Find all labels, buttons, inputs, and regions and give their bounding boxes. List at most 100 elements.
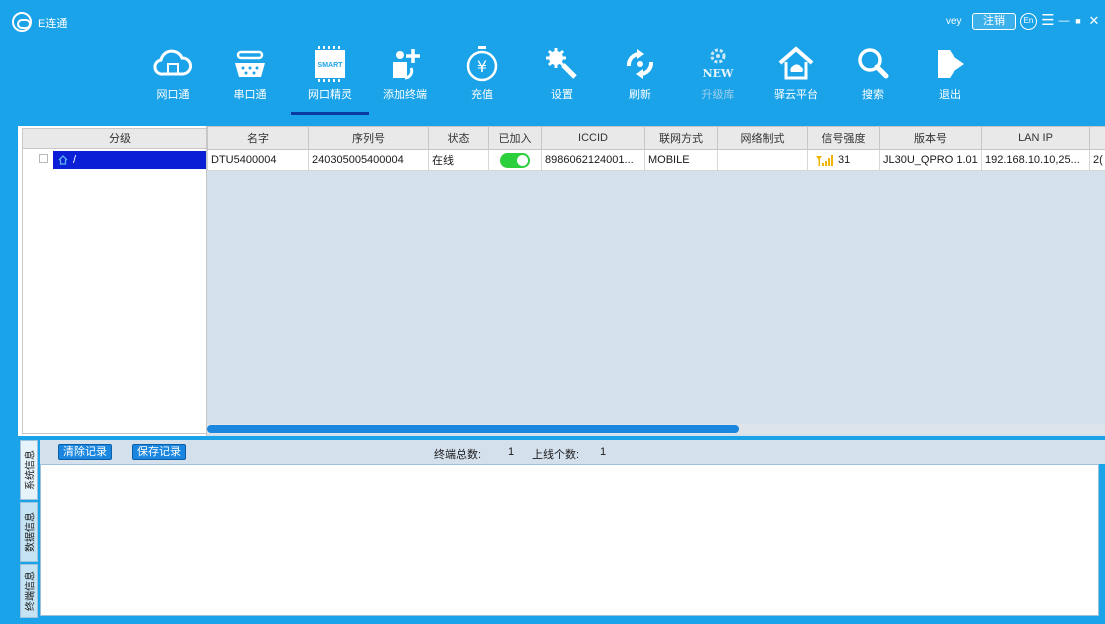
- save-log-button[interactable]: 保存记录: [132, 444, 186, 460]
- online-count-value: 1: [600, 446, 607, 458]
- toolbar-item-net-port[interactable]: 网口通: [139, 46, 207, 116]
- app-window: E连通 vey 注销 En ☰ — ■ ✕ 网口通 串口通 SMART 网口精灵…: [0, 0, 1105, 624]
- active-tab-indicator: [291, 112, 369, 115]
- column-header-joined[interactable]: 已加入: [488, 126, 542, 150]
- toolbar-item-search[interactable]: 搜索: [839, 46, 907, 116]
- smart-chip-icon: SMART: [315, 46, 345, 82]
- menu-icon[interactable]: ☰: [1040, 11, 1056, 31]
- toolbar-item-cloud-platform[interactable]: 驿云平台: [762, 46, 830, 116]
- maximize-button[interactable]: ■: [1070, 11, 1086, 31]
- toolbar-item-label: 驿云平台: [774, 89, 818, 101]
- tree-header: 分级: [23, 129, 217, 149]
- tree-node-label: /: [73, 154, 77, 166]
- tree-node-root-selected[interactable]: /: [53, 151, 215, 169]
- column-header-network[interactable]: 联网方式: [644, 126, 718, 150]
- user-name: vey: [946, 16, 962, 27]
- toolbar-item-label: 添加终端: [383, 89, 427, 101]
- toolbar-item-label: 网口精灵: [308, 89, 352, 101]
- cell-extra: 2(: [1089, 149, 1105, 171]
- clear-log-button[interactable]: 清除记录: [58, 444, 112, 460]
- new-upgrade-icon: NEW: [703, 48, 734, 80]
- group-tree: 分级 /: [22, 128, 218, 434]
- terminal-total-value: 1: [508, 446, 515, 458]
- terminal-table: 名字 序列号 状态 已加入 ICCID 联网方式 网络制式 信号强度 版本号 L…: [207, 126, 1105, 171]
- app-logo-icon: [12, 12, 32, 32]
- cell-signal: 31: [807, 149, 880, 171]
- new-badge: NEW: [703, 67, 734, 80]
- column-header-status[interactable]: 状态: [428, 126, 489, 150]
- close-button[interactable]: ✕: [1086, 11, 1102, 31]
- tab-system-info[interactable]: 系统信息: [20, 440, 38, 500]
- terminal-grid: 名字 序列号 状态 已加入 ICCID 联网方式 网络制式 信号强度 版本号 L…: [206, 126, 1105, 436]
- add-device-icon: [393, 49, 420, 80]
- cell-network: MOBILE: [644, 149, 718, 171]
- column-header-version[interactable]: 版本号: [879, 126, 982, 150]
- tab-data-info[interactable]: 数据信息: [20, 502, 38, 562]
- signal-value: 31: [838, 154, 851, 166]
- cell-iccid: 8986062124001...: [541, 149, 645, 171]
- logout-button[interactable]: 注销: [972, 13, 1016, 30]
- table-row[interactable]: DTU5400004 240305005400004 在线 8986062124…: [207, 149, 1105, 171]
- column-header-signal[interactable]: 信号强度: [807, 126, 880, 150]
- tab-label: 终端信息: [25, 571, 37, 611]
- scrollbar-thumb[interactable]: [207, 425, 739, 433]
- toolbar-item-label: 网口通: [156, 89, 190, 101]
- online-count-label: 上线个数:: [532, 449, 580, 461]
- toolbar-item-label: 设置: [551, 89, 573, 101]
- tree-root-node[interactable]: /: [39, 151, 217, 169]
- toolbar-item-recharge[interactable]: ¥ 充值: [448, 46, 516, 116]
- toolbar-item-exit[interactable]: 退出: [916, 46, 984, 116]
- column-header-iccid[interactable]: ICCID: [541, 126, 645, 150]
- tab-label: 数据信息: [25, 512, 37, 552]
- title-bar: E连通 vey 注销 En ☰ — ■ ✕: [0, 8, 1105, 36]
- main-toolbar: 网口通 串口通 SMART 网口精灵 添加终端 ¥ 充值 设置 刷新 NEW 升…: [0, 40, 1105, 120]
- toolbar-item-label: 串口通: [233, 89, 267, 101]
- toolbar-item-net-sprite[interactable]: SMART 网口精灵: [296, 46, 364, 116]
- log-side-tabs: 系统信息 数据信息 终端信息: [20, 440, 38, 618]
- svg-text:¥: ¥: [477, 57, 487, 76]
- toolbar-item-label: 充值: [471, 89, 493, 101]
- settings-icon: [546, 48, 577, 79]
- column-header-network-type[interactable]: 网络制式: [717, 126, 808, 150]
- tree-expander[interactable]: [39, 154, 48, 163]
- toolbar-item-serial-port[interactable]: 串口通: [216, 46, 284, 116]
- tab-label: 系统信息: [25, 450, 37, 490]
- recharge-icon: ¥: [466, 46, 498, 82]
- column-header-serial[interactable]: 序列号: [308, 126, 429, 150]
- log-toolbar: 清除记录 保存记录 终端总数: 1 上线个数: 1: [40, 440, 1105, 464]
- toolbar-item-label: 退出: [939, 89, 961, 101]
- cell-joined: [488, 149, 542, 171]
- tab-terminal-info[interactable]: 终端信息: [20, 564, 38, 618]
- main-content: 分级 / 名字 序列号 状态 已加入 ICCID 联网方式 网络制式 信号强度 …: [18, 126, 1105, 436]
- toolbar-item-refresh[interactable]: 刷新: [606, 46, 674, 116]
- cloud-home-icon: [778, 46, 814, 80]
- cell-status: 在线: [428, 149, 489, 171]
- cell-serial: 240305005400004: [308, 149, 429, 171]
- column-header-name[interactable]: 名字: [207, 126, 309, 150]
- terminal-total-label: 终端总数:: [434, 449, 482, 461]
- home-icon: [58, 155, 68, 165]
- language-button[interactable]: En: [1020, 13, 1037, 30]
- log-output-area[interactable]: [40, 464, 1099, 616]
- app-title: E连通: [38, 18, 68, 30]
- joined-toggle[interactable]: [500, 152, 530, 168]
- column-header-lan-ip[interactable]: LAN IP: [981, 126, 1090, 150]
- cell-lan-ip: 192.168.10.10,25...: [981, 149, 1090, 171]
- search-icon: [858, 48, 889, 79]
- cell-network-type: [717, 149, 808, 171]
- cloud-icon: [153, 49, 192, 76]
- cell-version: JL30U_QPRO 1.01: [879, 149, 982, 171]
- horizontal-scrollbar[interactable]: [207, 424, 1105, 434]
- refresh-icon: [626, 49, 654, 79]
- toolbar-item-add-terminal[interactable]: 添加终端: [371, 46, 439, 116]
- smart-badge: SMART: [318, 62, 344, 69]
- toolbar-item-label: 搜索: [862, 89, 884, 101]
- cell-name: DTU5400004: [207, 149, 309, 171]
- toolbar-item-upgrade[interactable]: NEW 升级库: [684, 46, 752, 116]
- table-header-row: 名字 序列号 状态 已加入 ICCID 联网方式 网络制式 信号强度 版本号 L…: [207, 126, 1105, 150]
- toolbar-item-settings[interactable]: 设置: [528, 46, 596, 116]
- column-header-extra[interactable]: [1089, 126, 1105, 150]
- serial-port-icon: [235, 50, 265, 77]
- signal-strength-icon: [816, 154, 833, 166]
- toolbar-item-label: 刷新: [629, 89, 651, 101]
